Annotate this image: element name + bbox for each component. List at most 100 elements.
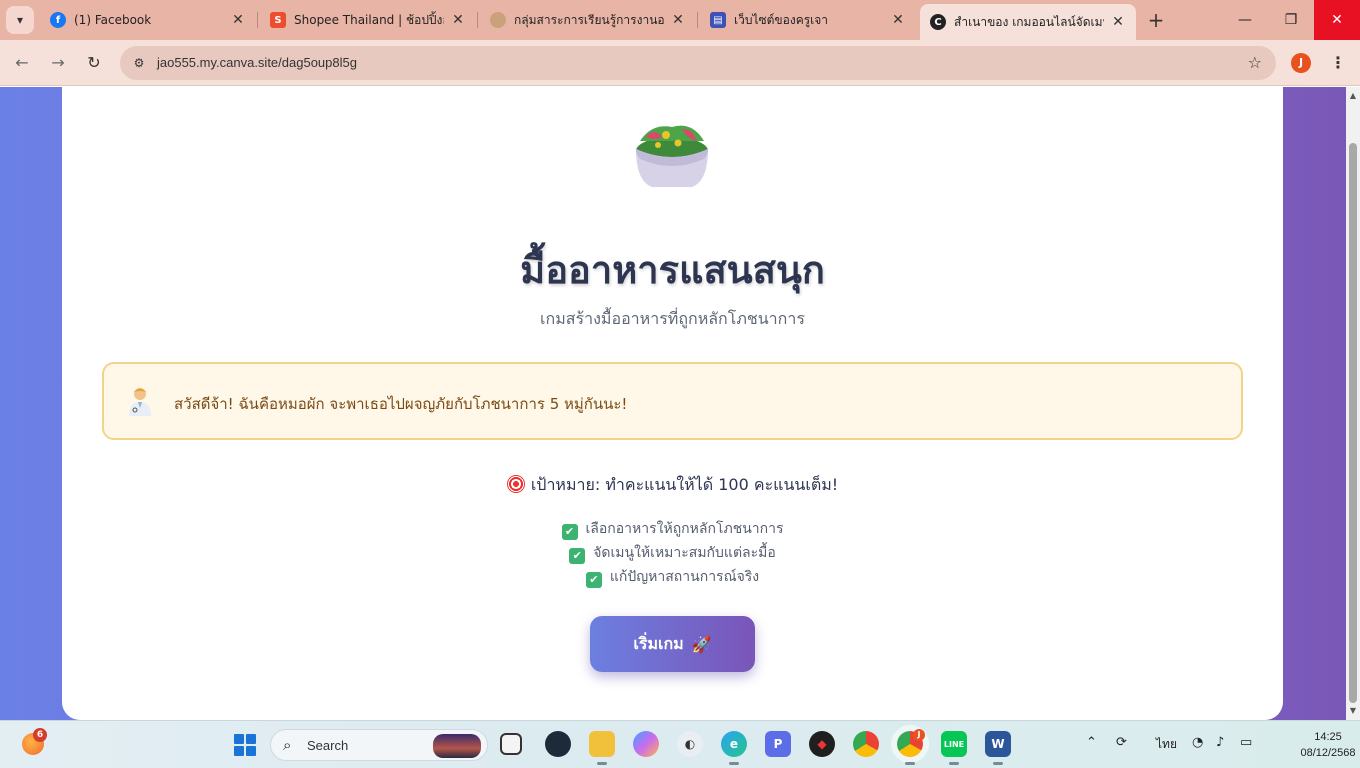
tab-strip: ▾ f (1) Facebook ✕ S Shopee Thailand | ช…: [0, 0, 1360, 40]
arrow-left-icon: ←: [15, 53, 29, 72]
close-icon[interactable]: ✕: [890, 12, 906, 28]
tab-title: กลุ่มสาระการเรียนรู้การงานอาชีพ: [514, 12, 664, 27]
page-viewport: มื้ออาหารแสนสนุก เกมสร้างมื้ออาหารที่ถูก…: [0, 87, 1346, 720]
site-settings-icon[interactable]: ⚙: [130, 54, 148, 72]
red-app-icon[interactable]: ◆: [809, 731, 835, 757]
tab-school[interactable]: กลุ่มสาระการเรียนรู้การงานอาชีพ ✕: [480, 4, 696, 36]
checklist-item: ✔ เลือกอาหารให้ถูกหลักโภชนาการ: [62, 517, 1283, 541]
chrome-profile-badge: J: [913, 729, 925, 741]
tab-canva-active[interactable]: C สำเนาของ เกมออนไลน์จัดเมนูอาห ✕: [920, 4, 1136, 40]
goal-text-row: เป้าหมาย: ทำคะแนนให้ได้ 100 คะแนนเต็ม!: [62, 473, 1283, 498]
tab-separator: [477, 12, 478, 28]
facebook-icon: f: [50, 12, 66, 28]
scroll-down-icon[interactable]: ▼: [1349, 707, 1357, 715]
scrollbar-thumb[interactable]: [1349, 143, 1357, 703]
reload-icon: ↻: [87, 53, 101, 72]
word-icon[interactable]: W: [985, 731, 1011, 765]
widgets-badge: 6: [33, 728, 47, 742]
tab-search-button[interactable]: ▾: [6, 6, 34, 34]
close-window-button[interactable]: ✕: [1314, 0, 1360, 40]
clock-time: 14:25: [1314, 731, 1342, 743]
tab-title: สำเนาของ เกมออนไลน์จัดเมนูอาห: [954, 14, 1104, 29]
url-text[interactable]: jao555.my.canva.site/dag5oup8l5g: [157, 55, 357, 70]
canva-icon: C: [930, 14, 946, 30]
checklist-label: เลือกอาหารให้ถูกหลักโภชนาการ: [585, 521, 784, 537]
start-game-label: เริ่มเกม: [633, 633, 684, 653]
close-icon[interactable]: ✕: [450, 12, 466, 28]
tab-title: Shopee Thailand | ช้อปปิ้งออนไ: [294, 12, 444, 27]
close-icon: ✕: [1331, 12, 1343, 28]
search-icon: ⌕: [283, 736, 292, 754]
game-app-icon[interactable]: [545, 731, 571, 757]
file-explorer-icon[interactable]: [589, 731, 615, 765]
start-game-button[interactable]: เริ่มเกม 🚀: [590, 616, 755, 672]
language-indicator[interactable]: ไทย: [1156, 735, 1177, 754]
line-app-icon[interactable]: LINE: [941, 731, 967, 765]
checklist: ✔ เลือกอาหารให้ถูกหลักโภชนาการ ✔ จัดเมนูให…: [62, 517, 1283, 589]
more-vert-icon: ⋮: [1330, 53, 1346, 72]
checklist-label: แก้ปัญหาสถานการณ์จริง: [609, 569, 760, 585]
checkmark-icon: ✔: [561, 524, 578, 540]
restore-button[interactable]: ❐: [1268, 0, 1314, 40]
back-button[interactable]: ←: [10, 51, 34, 75]
speech-text: สวัสดีจ้า! ฉันคือหมอผัก จะพาเธอไปผจญภัยก…: [174, 395, 628, 413]
p-app-icon[interactable]: P: [765, 731, 791, 757]
address-bar[interactable]: ⚙ jao555.my.canva.site/dag5oup8l5g ☆: [120, 46, 1276, 80]
target-icon: [506, 475, 525, 493]
windows-logo-pane: [246, 746, 256, 756]
chrome-icon[interactable]: [853, 731, 879, 757]
minimize-icon: —: [1238, 12, 1252, 28]
checklist-item: ✔ แก้ปัญหาสถานการณ์จริง: [62, 565, 1283, 589]
checkmark-icon: ✔: [569, 548, 586, 564]
browser-toolbar: ← → ↻ ⚙ jao555.my.canva.site/dag5oup8l5g…: [0, 40, 1360, 86]
school-icon: [490, 12, 506, 28]
page-title: มื้ออาหารแสนสนุก: [520, 248, 825, 292]
tab-shopee[interactable]: S Shopee Thailand | ช้อปปิ้งออนไ ✕: [260, 4, 476, 36]
shopee-icon: S: [270, 12, 286, 28]
volume-icon[interactable]: ♪: [1216, 735, 1224, 750]
start-button[interactable]: [234, 734, 256, 756]
game-card: มื้ออาหารแสนสนุก เกมสร้างมื้ออาหารที่ถูก…: [62, 87, 1283, 720]
task-view-icon[interactable]: [500, 733, 522, 755]
battery-icon[interactable]: ▭: [1240, 735, 1252, 750]
edge-icon[interactable]: e: [721, 731, 747, 765]
tab-sites[interactable]: ▤ เว็บไซต์ของครูเจา ✕: [700, 4, 916, 36]
arrow-right-icon: →: [51, 53, 65, 72]
reload-button[interactable]: ↻: [82, 51, 106, 75]
chevron-up-icon[interactable]: ⌃: [1086, 735, 1097, 750]
copilot-icon[interactable]: [633, 731, 659, 757]
windows-logo-pane: [234, 734, 244, 744]
tab-title: (1) Facebook: [74, 13, 152, 27]
speech-bubble: สวัสดีจ้า! ฉันคือหมอผัก จะพาเธอไปผจญภัยก…: [102, 362, 1243, 440]
tab-facebook[interactable]: f (1) Facebook ✕: [40, 4, 256, 36]
restore-icon: ❐: [1284, 12, 1298, 28]
clock[interactable]: 14:25 08/12/2568: [1300, 729, 1356, 761]
forward-button[interactable]: →: [46, 51, 70, 75]
sync-icon[interactable]: ⟳: [1116, 735, 1127, 750]
close-icon[interactable]: ✕: [670, 12, 686, 28]
new-tab-button[interactable]: +: [1144, 8, 1168, 32]
scroll-up-icon[interactable]: ▲: [1349, 92, 1357, 100]
bookmark-star-icon[interactable]: ☆: [1248, 53, 1262, 72]
salad-bowl-icon: [636, 125, 708, 187]
wifi-icon[interactable]: ◔: [1192, 735, 1203, 750]
sites-icon: ▤: [710, 12, 726, 28]
close-icon[interactable]: ✕: [230, 12, 246, 28]
plus-icon: +: [1147, 8, 1165, 32]
tab-separator: [697, 12, 698, 28]
profile-avatar[interactable]: J: [1291, 53, 1311, 73]
taskbar-search[interactable]: ⌕ Search: [270, 729, 488, 761]
checklist-label: จัดเมนูให้เหมาะสมกับแต่ละมื้อ: [593, 545, 776, 561]
clock-date: 08/12/2568: [1300, 747, 1356, 759]
windows-logo-pane: [234, 746, 244, 756]
page-scrollbar[interactable]: ▲ ▼: [1346, 87, 1360, 720]
close-icon[interactable]: ✕: [1110, 14, 1126, 30]
minimize-button[interactable]: —: [1222, 0, 1268, 40]
photos-app-icon[interactable]: ◐: [677, 731, 703, 757]
tab-separator: [257, 12, 258, 28]
browser-menu-button[interactable]: ⋮: [1330, 51, 1346, 75]
doctor-avatar-icon: [129, 388, 151, 416]
chevron-down-icon: ▾: [16, 13, 24, 27]
search-highlight-image: [433, 734, 481, 758]
search-label: Search: [307, 738, 349, 753]
